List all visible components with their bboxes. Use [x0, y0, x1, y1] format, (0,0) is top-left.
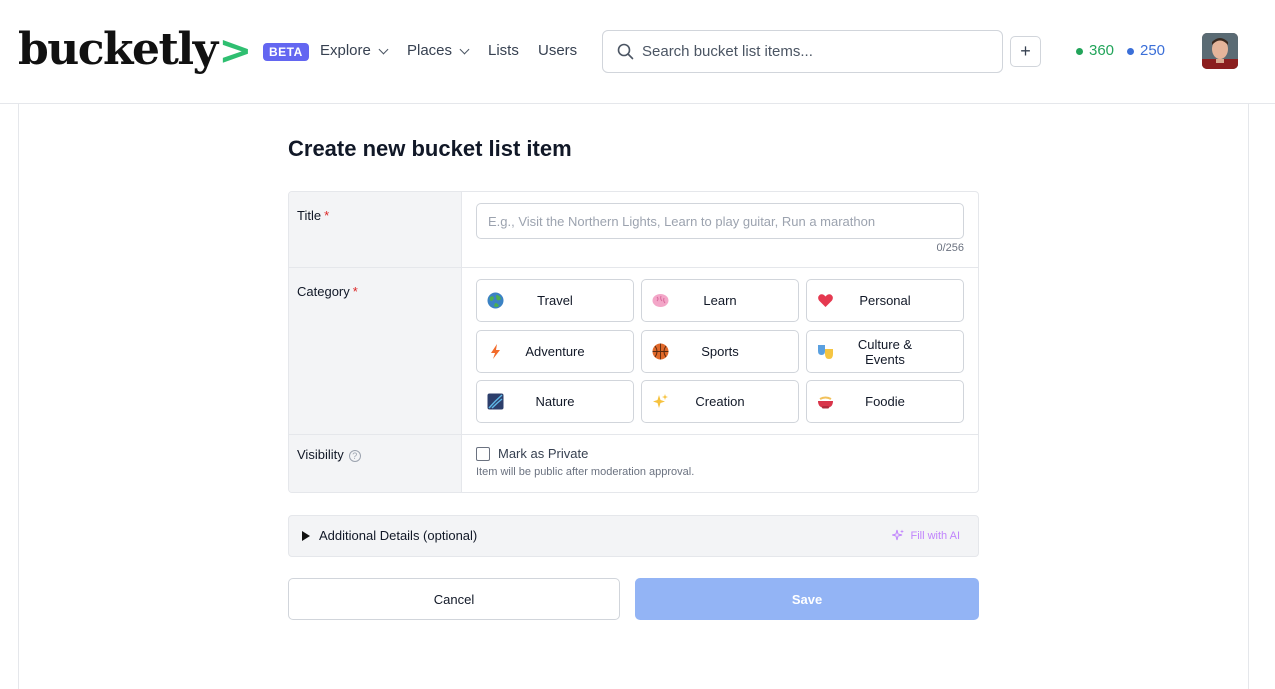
required-mark: * [324, 208, 330, 223]
page-title: Create new bucket list item [288, 136, 572, 161]
private-checkbox-label[interactable]: Mark as Private [498, 446, 588, 461]
lightning-icon [491, 344, 500, 359]
globe-icon [487, 292, 504, 309]
ai-sparkle-icon [892, 529, 905, 541]
visibility-label: Visibility? [289, 435, 462, 492]
nav-explore-label: Explore [320, 42, 371, 59]
additional-details-toggle[interactable]: Additional Details (optional) Fill with … [288, 515, 979, 557]
chevron-down-icon [378, 44, 389, 54]
heart-icon [818, 294, 833, 307]
category-learn-button[interactable]: Learn [641, 279, 799, 322]
title-label: Title * [289, 192, 462, 267]
nav-users[interactable]: Users [538, 41, 577, 61]
theater-masks-icon [818, 345, 833, 359]
search-box[interactable] [602, 30, 1003, 73]
green-dot-icon [1076, 47, 1083, 55]
container-border-right [1248, 104, 1249, 689]
category-travel-button[interactable]: Travel [476, 279, 634, 322]
add-item-button[interactable]: + [1010, 36, 1041, 67]
title-row: Title* 0/256 [289, 192, 978, 268]
category-label-text: Category [297, 284, 350, 299]
cancel-button[interactable]: Cancel [288, 578, 620, 620]
category-culture-events-button[interactable]: Culture & Events [806, 330, 964, 373]
visibility-row: Visibility? Mark as Private Item will be… [289, 435, 978, 492]
avatar-image [1202, 33, 1238, 69]
visibility-label-text: Visibility [297, 447, 344, 462]
basketball-icon [652, 343, 669, 360]
fill-with-ai-button[interactable]: Fill with AI [892, 529, 960, 542]
title-input[interactable] [476, 203, 964, 239]
category-row: Category * Travel Learn Personal Adventur… [289, 268, 978, 435]
blue-dot-icon [1127, 47, 1134, 55]
category-nature-button[interactable]: Nature [476, 380, 634, 423]
search-icon [617, 43, 634, 60]
ramen-bowl-icon [818, 396, 833, 409]
bucketly-logo[interactable]: bucketly> [18, 22, 253, 79]
category-foodie-button[interactable]: Foodie [806, 380, 964, 423]
category-sports-button[interactable]: Sports [641, 330, 799, 373]
required-mark: * [352, 284, 358, 299]
category-personal-button[interactable]: Personal [806, 279, 964, 322]
blue-points-stat[interactable]: 250 [1127, 41, 1165, 61]
private-checkbox[interactable] [476, 447, 490, 461]
top-navbar: bucketly> BETA Explore Places Lists User… [0, 0, 1275, 104]
fill-with-ai-label: Fill with AI [910, 529, 960, 542]
user-avatar[interactable] [1202, 33, 1238, 69]
title-char-counter: 0/256 [936, 242, 964, 254]
nav-lists[interactable]: Lists [488, 41, 519, 61]
beta-badge: BETA [263, 43, 309, 61]
create-item-form: Title* 0/256 Category* Travel Learn Pers… [288, 191, 979, 493]
green-points-stat[interactable]: 360 [1076, 41, 1114, 61]
brain-icon [652, 294, 669, 307]
nav-explore[interactable]: Explore [320, 41, 389, 61]
category-label: Category * [289, 268, 462, 434]
disclosure-triangle-icon [302, 531, 310, 541]
title-label-text: Title [297, 208, 322, 223]
nav-users-label: Users [538, 42, 578, 59]
container-border-left [18, 104, 19, 689]
sparkles-icon [653, 394, 668, 408]
logo-text: bucketly [18, 24, 218, 75]
help-icon[interactable]: ? [348, 450, 361, 462]
green-points-value: 360 [1089, 42, 1115, 59]
nature-icon [487, 393, 504, 410]
search-input[interactable] [642, 43, 982, 60]
visibility-help-text: Item will be public after moderation app… [476, 466, 695, 478]
nav-lists-label: Lists [488, 42, 519, 59]
nav-places[interactable]: Places [407, 41, 470, 61]
logo-chevron: > [218, 28, 253, 74]
blue-points-value: 250 [1140, 42, 1166, 59]
category-adventure-button[interactable]: Adventure [476, 330, 634, 373]
chevron-down-icon [459, 44, 470, 54]
category-creation-button[interactable]: Creation [641, 380, 799, 423]
additional-details-label: Additional Details (optional) [319, 528, 478, 543]
nav-places-label: Places [407, 42, 453, 59]
save-button[interactable]: Save [635, 578, 979, 620]
